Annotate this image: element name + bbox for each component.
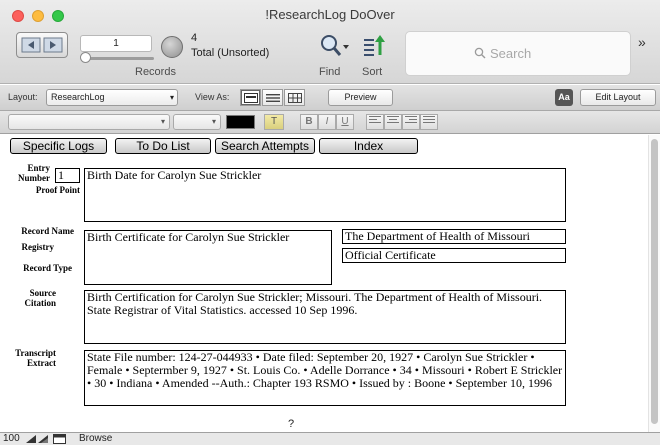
window-toolbar: !ResearchLog DoOver 1 4 Total (Unsorted)… [0,0,660,84]
toolbar-overflow-chevron-icon[interactable]: » [638,34,646,50]
layout-bar: Layout: ResearchLog ▾ View As: Preview A… [0,85,660,111]
search-icon [474,47,486,59]
layout-popup[interactable]: ResearchLog ▾ [46,89,178,106]
highlight-button[interactable]: T [264,114,284,130]
previous-record-icon[interactable] [21,36,41,54]
next-record-icon[interactable] [43,36,63,54]
align-center-button[interactable] [384,114,402,130]
records-label: Records [135,66,176,78]
font-popup[interactable]: ▾ [8,114,170,130]
status-bar: 100 Browse [0,432,660,445]
scrollbar-thumb[interactable] [651,139,658,424]
align-right-icon [405,116,417,123]
view-as-list-button[interactable] [262,89,283,106]
window-title: !ResearchLog DoOver [265,7,395,22]
sort-label: Sort [362,66,383,78]
entry-number-label: Entry Number [18,163,50,183]
index-button[interactable]: Index [319,138,418,154]
view-as-form-button[interactable] [240,89,261,106]
popup-arrows-icon: ▾ [169,93,174,102]
text-color-swatch[interactable] [226,115,255,129]
zoom-out-icon[interactable] [26,435,36,443]
view-as-label: View As: [195,92,230,102]
transcript-extract-label: Transcript Extract [15,348,56,368]
record-type-field[interactable]: Official Certificate [342,248,566,263]
align-left-icon [369,116,381,123]
edit-layout-button[interactable]: Edit Layout [580,89,656,106]
found-count: 4 [191,32,198,44]
mode-indicator: Browse [79,433,113,444]
preview-button[interactable]: Preview [328,89,393,106]
entry-number-field[interactable]: 1 [55,168,80,183]
align-center-icon [387,116,399,123]
formatting-bar: ▾ ▾ T B I U [0,111,660,134]
italic-button[interactable]: I [318,114,336,130]
record-content: Specific Logs To Do List Search Attempts… [0,135,660,432]
popup-arrow-icon: ▾ [211,117,216,126]
find-label: Find [319,66,341,78]
bold-button[interactable]: B [300,114,318,130]
record-book-navigator[interactable] [16,32,68,58]
total-unsorted-text: Total (Unsorted) [191,47,270,59]
found-set-pie-icon [161,36,183,58]
registry-label: Registry [21,242,55,252]
record-type-label: Record Type [23,263,72,273]
list-view-icon [266,94,280,102]
current-record-field[interactable]: 1 [80,35,152,52]
popup-arrow-icon: ▾ [160,117,165,126]
quick-find-search[interactable]: Search [405,31,631,76]
view-as-table-button[interactable] [284,89,305,106]
align-left-button[interactable] [366,114,384,130]
form-view-icon [244,93,258,103]
table-view-icon [288,93,302,103]
font-size-popup[interactable]: ▾ [173,114,221,130]
layout-popup-value: ResearchLog [51,92,105,102]
zoom-level[interactable]: 100 [3,433,20,444]
vertical-scrollbar[interactable] [648,135,660,432]
sort-icon[interactable] [362,33,388,59]
to-do-list-button[interactable]: To Do List [115,138,211,154]
proof-point-label: Proof Point [35,185,80,195]
layout-label: Layout: [8,92,38,102]
search-placeholder: Search [490,46,532,61]
formatting-bar-toggle-button[interactable]: Aa [555,89,573,106]
record-slider-knob[interactable] [80,52,91,63]
find-icon[interactable] [318,33,350,59]
record-name-label: Record Name [21,226,74,236]
source-citation-label: Source Citation [24,288,57,308]
justify-button[interactable] [420,114,438,130]
zoom-in-icon[interactable] [38,435,48,443]
transcript-extract-field[interactable]: State File number: 124-27-044933 • Date … [84,350,566,406]
underline-button[interactable]: U [336,114,354,130]
specific-logs-button[interactable]: Specific Logs [10,138,107,154]
record-name-field[interactable]: Birth Certificate for Carolyn Sue Strick… [84,230,332,285]
registry-field[interactable]: The Department of Health of Missouri [342,229,566,244]
search-attempts-button[interactable]: Search Attempts [215,138,315,154]
proof-point-field[interactable]: Birth Date for Carolyn Sue Strickler [84,168,566,222]
toolbar-toggle-icon[interactable] [53,434,66,444]
align-right-button[interactable] [402,114,420,130]
unknown-field-indicator: ? [288,418,295,430]
record-slider[interactable] [82,57,154,60]
source-citation-field[interactable]: Birth Certification for Carolyn Sue Stri… [84,290,566,344]
justify-icon [423,116,435,123]
